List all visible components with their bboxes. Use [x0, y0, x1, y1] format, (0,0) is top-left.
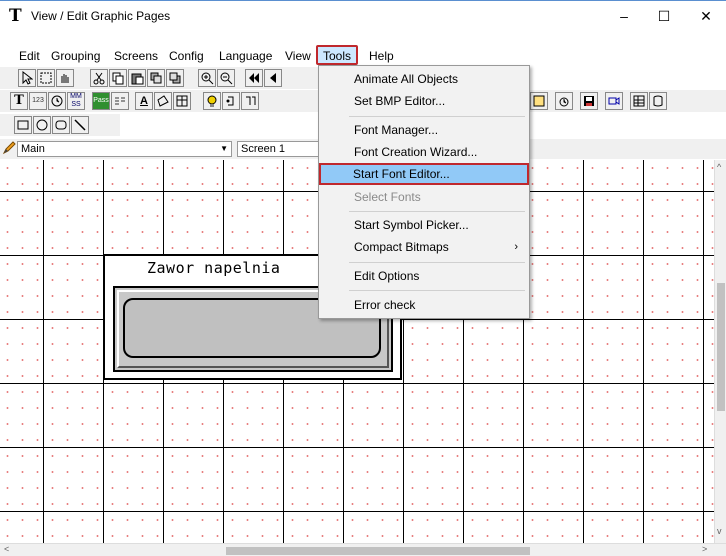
menu-separator [349, 290, 525, 291]
horizontal-scrollbar[interactable]: < > [0, 543, 726, 556]
menu-bar: Edit Grouping Screens Config Language Vi… [0, 45, 726, 65]
grid-tool-icon[interactable] [630, 92, 648, 110]
send-back-icon[interactable] [166, 69, 184, 87]
font-tool-icon[interactable]: A [135, 92, 153, 110]
password-tool-icon[interactable]: Pass [92, 92, 110, 110]
menu-item-animate-all-objects[interactable]: Animate All Objects [320, 68, 528, 90]
tank-tool-icon[interactable] [649, 92, 667, 110]
menu-config[interactable]: Config [168, 47, 205, 65]
clock-tool-icon[interactable] [48, 92, 66, 110]
title-bar: T View / Edit Graphic Pages – ☐ ✕ [0, 1, 726, 31]
widget-label: Zawor napelnia [147, 259, 281, 277]
menu-edit[interactable]: Edit [18, 47, 41, 65]
time-tool-icon[interactable]: MM SS [67, 92, 85, 110]
screen-select-value: Screen 1 [241, 143, 286, 155]
menu-item-select-fonts: Select Fonts [354, 190, 421, 204]
minimize-button[interactable]: – [604, 1, 644, 31]
page-select-arrow-icon[interactable]: ▼ [220, 142, 228, 156]
scroll-left-icon[interactable]: < [4, 544, 9, 554]
page-select-value: Main [21, 143, 45, 155]
menu-help[interactable]: Help [368, 47, 395, 65]
pencil-icon [2, 141, 16, 155]
pointer-tool-icon[interactable] [18, 69, 36, 87]
page-select[interactable]: Main ▼ [17, 141, 232, 157]
camera-tool-icon[interactable] [605, 92, 623, 110]
paste-icon[interactable] [128, 69, 146, 87]
cut-icon[interactable] [90, 69, 108, 87]
rounded-rect-tool-icon[interactable] [52, 116, 70, 134]
multi-switch-tool-icon[interactable] [241, 92, 259, 110]
hand-tool-icon[interactable] [56, 69, 74, 87]
maximize-button[interactable]: ☐ [644, 1, 684, 31]
first-page-icon[interactable] [245, 69, 263, 87]
prev-page-icon[interactable] [264, 69, 282, 87]
window-title: View / Edit Graphic Pages [31, 9, 171, 23]
tools-menu: Animate All Objects Set BMP Editor... Fo… [318, 65, 530, 319]
shape-tool-icon[interactable] [154, 92, 172, 110]
menu-view[interactable]: View [284, 47, 312, 65]
graphic-pages-window: T View / Edit Graphic Pages – ☐ ✕ Edit G… [0, 0, 726, 556]
edit-tool-icon[interactable] [530, 92, 548, 110]
text-tool-icon[interactable]: T [10, 92, 28, 110]
toolbar-row-1 [0, 67, 330, 89]
compact-bitmaps-label: Compact Bitmaps [354, 240, 449, 254]
toolbar-row-3 [0, 114, 120, 136]
menu-item-compact-bitmaps[interactable]: Compact Bitmaps › [320, 236, 528, 258]
rectangle-tool-icon[interactable] [14, 116, 32, 134]
menu-separator [349, 211, 525, 212]
bring-front-icon[interactable] [147, 69, 165, 87]
menu-separator [349, 116, 525, 117]
screen-select[interactable]: Screen 1 [237, 141, 322, 157]
line-tool-icon[interactable] [71, 116, 89, 134]
menu-item-font-manager[interactable]: Font Manager... [320, 119, 528, 141]
menu-language[interactable]: Language [218, 47, 273, 65]
app-t-icon: T [9, 6, 22, 26]
menu-item-start-font-editor[interactable]: Start Font Editor... [319, 163, 529, 185]
list-tool-icon[interactable] [111, 92, 129, 110]
submenu-arrow-icon: › [514, 241, 518, 253]
menu-screens[interactable]: Screens [113, 47, 159, 65]
scroll-down-icon[interactable]: v [717, 526, 722, 536]
close-button[interactable]: ✕ [686, 1, 726, 31]
numeric-tool-icon[interactable]: 123 [29, 92, 47, 110]
menu-item-error-check[interactable]: Error check [320, 294, 528, 316]
menu-tools[interactable]: Tools [316, 45, 359, 65]
copy-icon[interactable] [109, 69, 127, 87]
scroll-up-icon[interactable]: ^ [717, 162, 721, 172]
switch-tool-icon[interactable] [222, 92, 240, 110]
zoom-out-icon[interactable] [217, 69, 235, 87]
menu-separator [349, 262, 525, 263]
table-tool-icon[interactable] [173, 92, 191, 110]
vertical-scroll-thumb[interactable] [717, 283, 725, 411]
save-disk-icon[interactable] [580, 92, 598, 110]
circle-tool-icon[interactable] [33, 116, 51, 134]
horizontal-scroll-thumb[interactable] [226, 547, 530, 555]
select-box-icon[interactable] [37, 69, 55, 87]
menu-grouping[interactable]: Grouping [50, 47, 101, 65]
menu-item-font-creation-wizard[interactable]: Font Creation Wizard... [320, 141, 528, 163]
menu-item-start-symbol-picker[interactable]: Start Symbol Picker... [320, 214, 528, 236]
menu-item-edit-options[interactable]: Edit Options [320, 265, 528, 287]
scroll-right-icon[interactable]: > [702, 544, 707, 554]
timer-tool-icon[interactable] [555, 92, 573, 110]
lamp-tool-icon[interactable] [203, 92, 221, 110]
menu-item-set-bmp-editor[interactable]: Set BMP Editor... [320, 90, 528, 112]
vertical-scrollbar[interactable]: ^ v [714, 160, 726, 543]
zoom-in-icon[interactable] [198, 69, 216, 87]
